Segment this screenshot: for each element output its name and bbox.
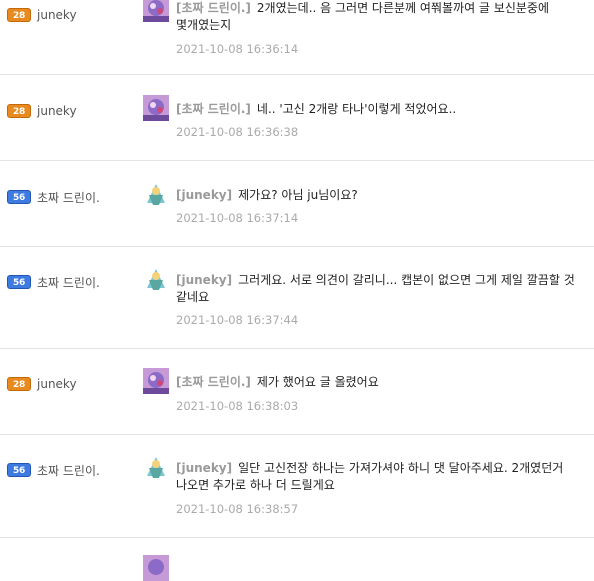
author-nickname[interactable]: 초짜 드린이. (37, 462, 100, 479)
avatar-image (143, 454, 169, 480)
avatar[interactable] (143, 555, 169, 581)
comment-author[interactable]: 56 초짜 드린이. (7, 462, 100, 478)
comment-timestamp: 2021-10-08 16:38:57 (176, 502, 299, 516)
comment-body: [juneky] 그러게요. 서로 의견이 갈리니... 캡본이 없으면 그게 제… (176, 272, 594, 306)
level-badge-icon: 56 (7, 190, 31, 204)
author-nickname[interactable]: juneky (37, 104, 77, 118)
author-nickname[interactable]: 초짜 드린이. (37, 189, 100, 206)
comment-row: 56 초짜 드린이. [juneky] 제가요? 아님 ju님이요? 2021-1… (0, 161, 594, 247)
comment-author[interactable]: 56 초짜 드린이. (7, 274, 100, 290)
reply-target[interactable]: [초짜 드린이.] (176, 102, 251, 116)
avatar[interactable] (143, 454, 169, 480)
avatar[interactable] (143, 0, 169, 22)
avatar-image (143, 266, 169, 292)
reply-target[interactable]: [juneky] (176, 273, 232, 287)
avatar[interactable] (143, 368, 169, 394)
comment-timestamp: 2021-10-08 16:36:38 (176, 125, 299, 139)
comment-author[interactable]: 28 juneky (7, 7, 77, 23)
reply-target[interactable]: [juneky] (176, 461, 232, 475)
comment-row: 28 juneky [초짜 드린이.] 2개였는데.. 음 그러면 다른분께 여쭤… (0, 0, 594, 75)
comment-timestamp: 2021-10-08 16:36:14 (176, 42, 299, 56)
comment-row: 28 juneky [초짜 드린이.] 네.. '고신 2개랑 타나'이렇게 적었… (0, 74, 594, 161)
author-nickname[interactable]: juneky (37, 8, 77, 22)
reply-target[interactable]: [초짜 드린이.] (176, 375, 251, 389)
avatar[interactable] (143, 95, 169, 121)
comment-body: [juneky] 일단 고신전장 하나는 가져가셔야 하니 댓 달아주세요. 2개… (176, 460, 594, 494)
comment-timestamp: 2021-10-08 16:38:03 (176, 399, 299, 413)
comment-text: 일단 고신전장 하나는 가져가셔야 하니 댓 달아주세요. 2개였던거 나오면 … (176, 461, 564, 492)
level-badge-icon: 28 (7, 8, 31, 22)
level-badge-icon: 56 (7, 275, 31, 289)
comment-body: [초짜 드린이.] 제가 했어요 글 올렸어요 (176, 374, 594, 391)
author-nickname[interactable]: 초짜 드린이. (37, 274, 100, 291)
comment-text: 네.. '고신 2개랑 타나'이렇게 적었어요.. (256, 102, 457, 116)
avatar-image (143, 0, 169, 22)
comment-author[interactable]: 56 초짜 드린이. (7, 189, 100, 205)
comment-author[interactable]: 28 juneky (7, 103, 77, 119)
comment-timestamp: 2021-10-08 16:37:14 (176, 211, 299, 225)
avatar[interactable] (143, 266, 169, 292)
author-nickname[interactable]: juneky (37, 377, 77, 391)
level-badge-icon: 28 (7, 104, 31, 118)
avatar-image (143, 181, 169, 207)
level-badge-icon: 28 (7, 377, 31, 391)
comment-row (0, 538, 594, 581)
comment-timestamp: 2021-10-08 16:37:44 (176, 313, 299, 327)
level-badge-icon: 56 (7, 463, 31, 477)
comment-row: 56 초짜 드린이. [juneky] 그러게요. 서로 의견이 갈리니... 캡… (0, 247, 594, 349)
comment-text: 제가 했어요 글 올렸어요 (256, 375, 379, 389)
reply-target[interactable]: [초짜 드린이.] (176, 1, 251, 15)
comment-row: 56 초짜 드린이. [juneky] 일단 고신전장 하나는 가져가셔야 하니 … (0, 435, 594, 538)
comment-body: [초짜 드린이.] 2개였는데.. 음 그러면 다른분께 여쭤볼까여 글 보신분중… (176, 0, 594, 34)
comment-body: [juneky] 제가요? 아님 ju님이요? (176, 187, 594, 204)
reply-target[interactable]: [juneky] (176, 188, 232, 202)
comment-text: 그러게요. 서로 의견이 갈리니... 캡본이 없으면 그게 제일 깔끔할 것 … (176, 273, 575, 304)
comment-author[interactable]: 28 juneky (7, 376, 77, 392)
avatar-image (143, 95, 169, 121)
avatar[interactable] (143, 181, 169, 207)
comment-text: 제가요? 아님 ju님이요? (238, 188, 358, 202)
avatar-image (143, 555, 169, 581)
comment-body: [초짜 드린이.] 네.. '고신 2개랑 타나'이렇게 적었어요.. (176, 101, 594, 118)
comment-row: 28 juneky [초짜 드린이.] 제가 했어요 글 올렸어요 2021-10… (0, 349, 594, 435)
avatar-image (143, 368, 169, 394)
